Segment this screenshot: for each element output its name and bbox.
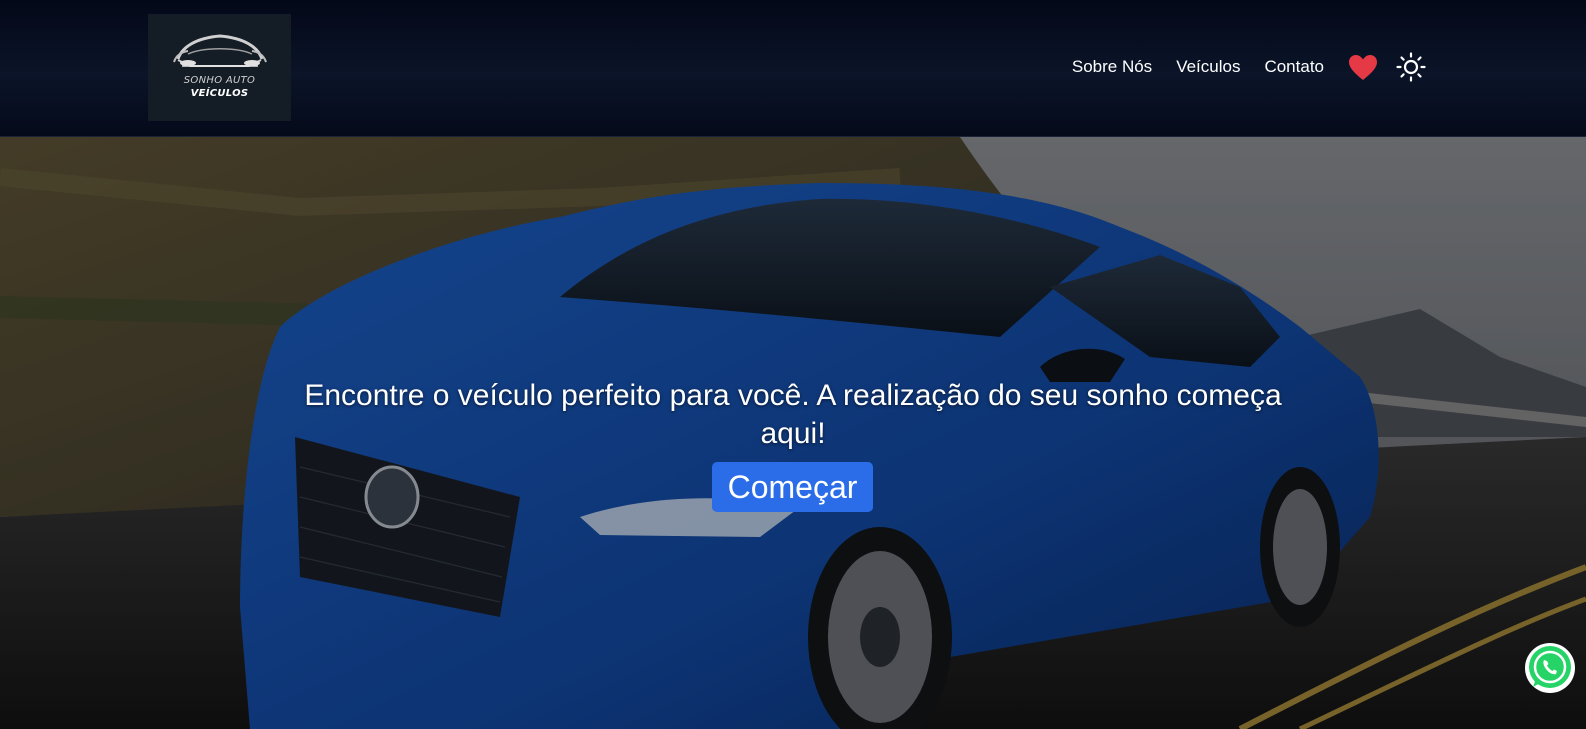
- hero-headline: Encontre o veículo perfeito para você. A…: [304, 379, 1282, 450]
- main-nav: Sobre Nós Veículos Contato: [1072, 50, 1426, 84]
- brand-name: SONHO AUTO VEÍCULOS: [148, 74, 291, 100]
- hero-section: Encontre o veículo perfeito para você. A…: [0, 137, 1586, 729]
- sun-icon: [1396, 52, 1426, 82]
- brand-logo[interactable]: SONHO AUTO VEÍCULOS: [148, 14, 291, 121]
- nav-link-veiculos[interactable]: Veículos: [1176, 57, 1240, 77]
- brand-line-1: SONHO AUTO: [183, 75, 256, 86]
- favorites-heart-icon[interactable]: [1348, 52, 1378, 82]
- whatsapp-icon: [1525, 643, 1575, 693]
- theme-toggle-sun-icon[interactable]: [1396, 52, 1426, 82]
- nav-link-sobre-nos[interactable]: Sobre Nós: [1072, 57, 1152, 77]
- brand-line-2: VEÍCULOS: [190, 88, 249, 99]
- site-header: SONHO AUTO VEÍCULOS Sobre Nós Veículos C…: [0, 0, 1586, 137]
- heart-icon: [1349, 54, 1377, 80]
- whatsapp-chat-button[interactable]: [1524, 642, 1576, 694]
- car-logo-icon: [148, 14, 291, 121]
- start-button[interactable]: Começar: [712, 462, 873, 512]
- nav-link-contato[interactable]: Contato: [1264, 57, 1324, 77]
